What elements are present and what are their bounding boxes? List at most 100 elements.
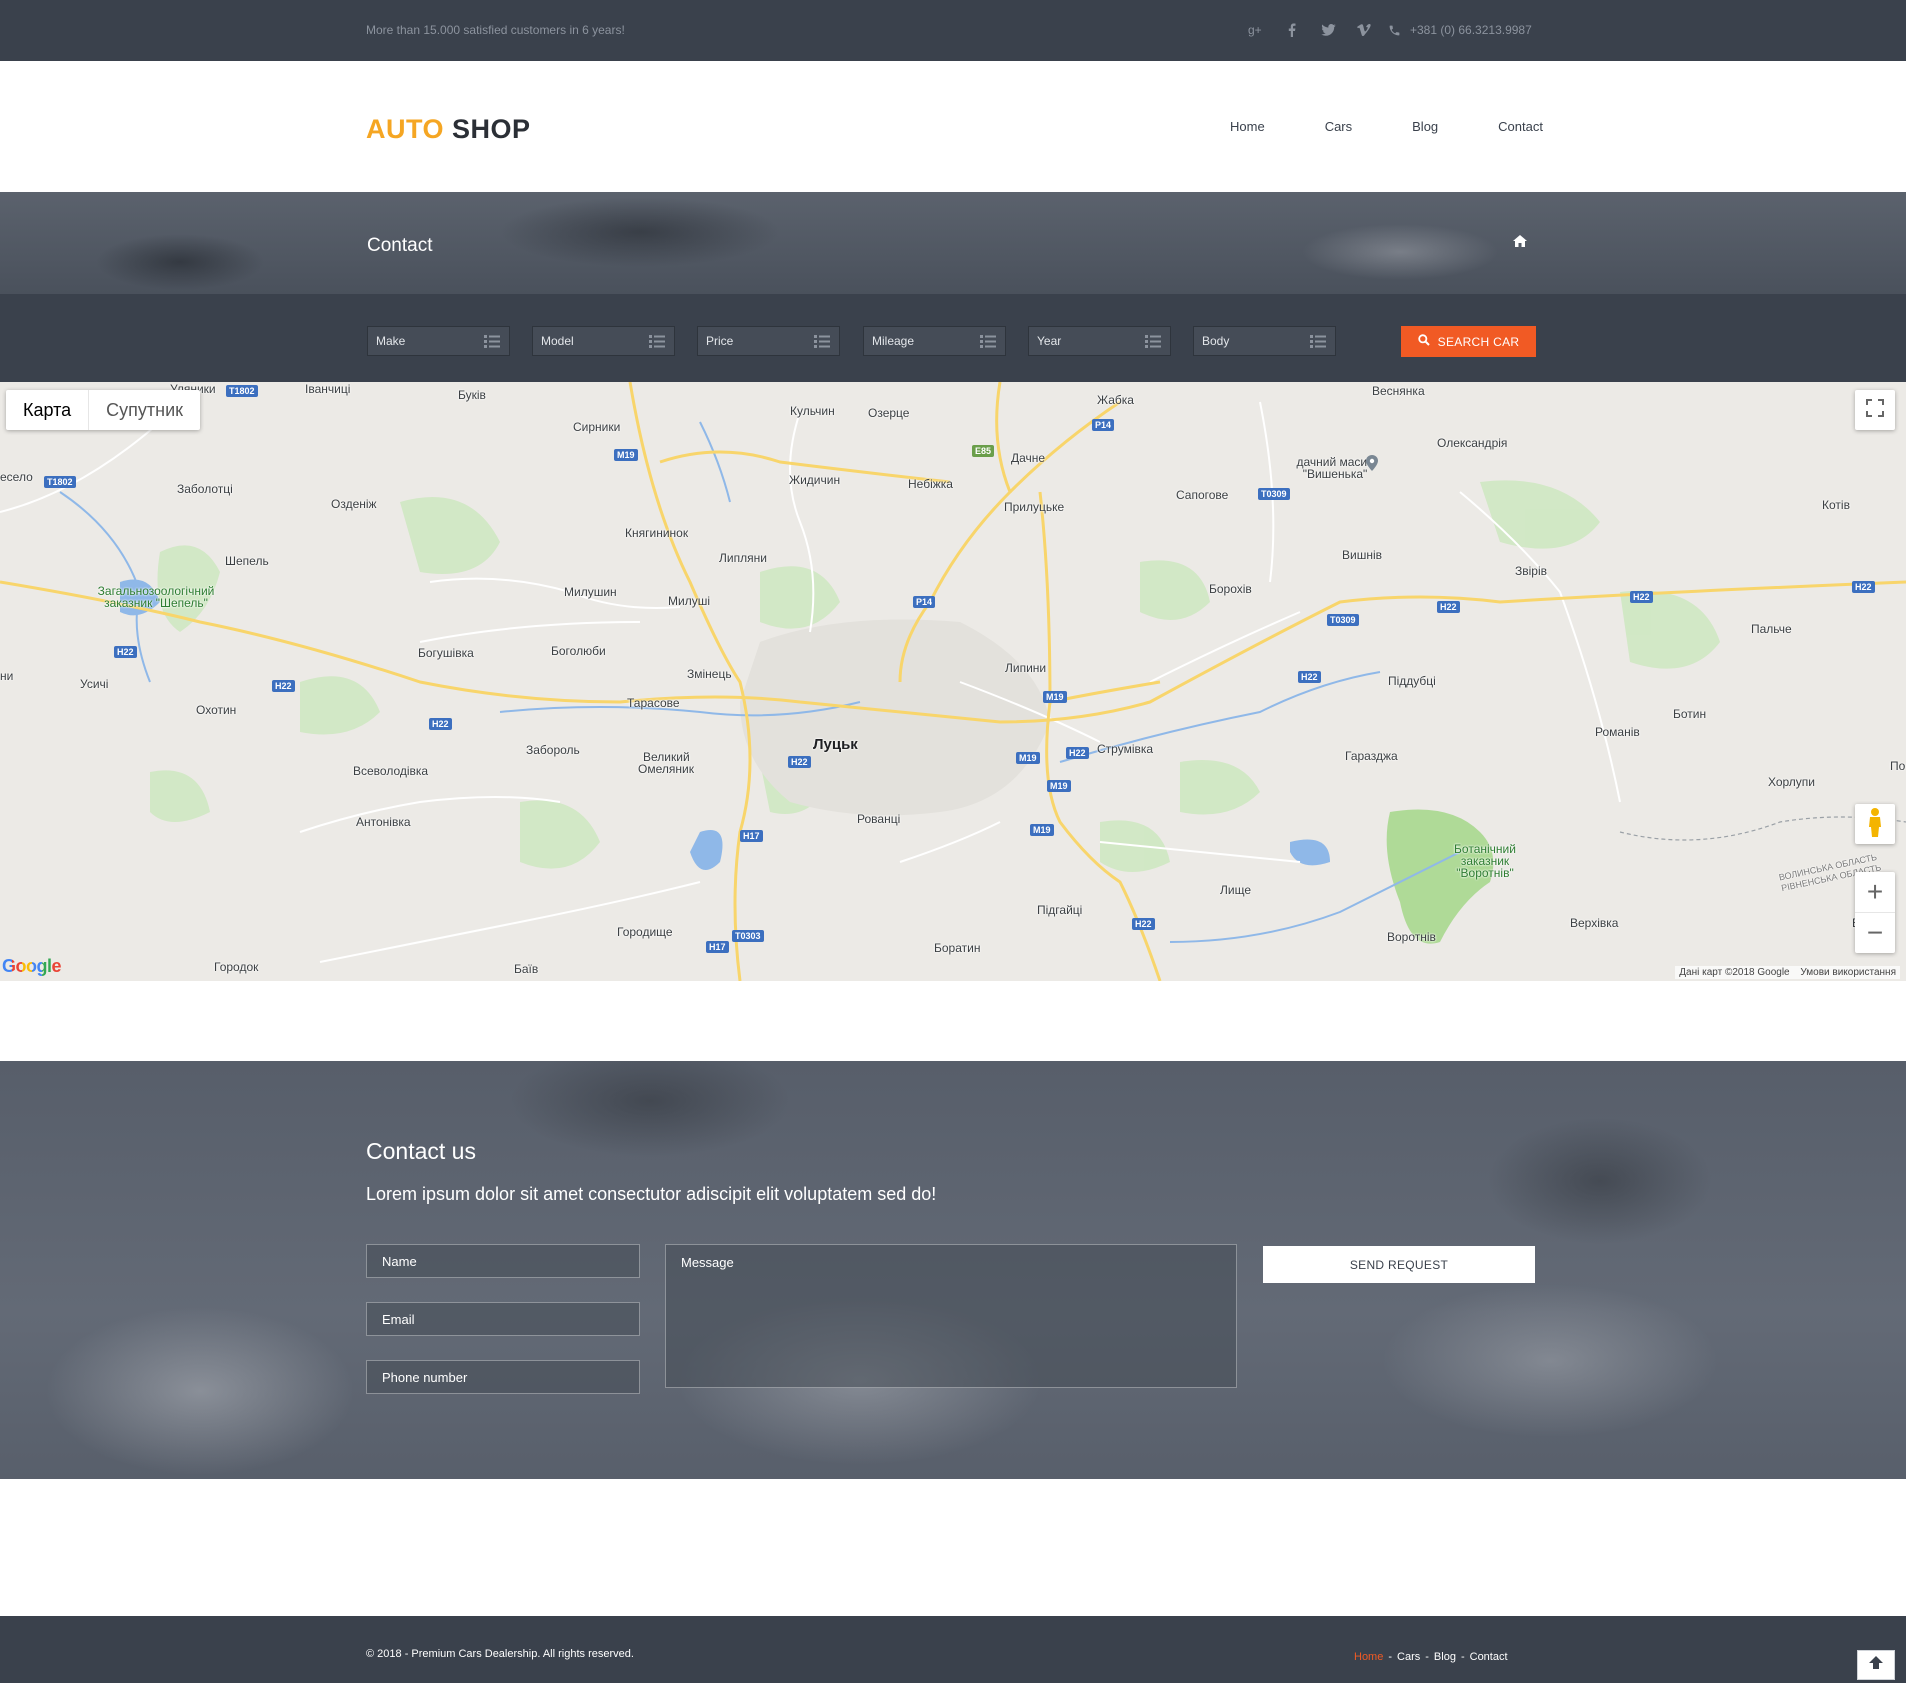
google-logo: Google [2, 956, 62, 977]
road-shield: H22 [272, 680, 295, 692]
arrow-up-icon [1868, 1655, 1884, 1676]
phone-number[interactable]: +381 (0) 66.3213.9987 [1410, 23, 1532, 37]
site-footer: © 2018 - Premium Cars Dealership. All ri… [0, 1616, 1906, 1683]
road-shield: H22 [114, 646, 137, 658]
mileage-select-label: Mileage [872, 334, 915, 348]
map-label: Усичі [80, 677, 109, 691]
contact-section: Contact us Lorem ipsum dolor sit amet co… [0, 1061, 1906, 1479]
zoom-control: + − [1855, 872, 1895, 953]
road-shield: M19 [614, 449, 638, 461]
zoom-out-button[interactable]: − [1855, 913, 1895, 953]
map-label: Звірів [1515, 564, 1548, 578]
tagline: More than 15.000 satisfied customers in … [366, 23, 625, 37]
model-select[interactable]: Model [532, 326, 675, 356]
map-label: Липини [1005, 661, 1047, 675]
map-label: Рованці [857, 812, 901, 826]
body-select-label: Body [1202, 334, 1230, 348]
map-data-credit: Дані карт ©2018 Google [1679, 967, 1790, 978]
map-label: Шепель [225, 554, 269, 568]
twitter-icon[interactable] [1310, 19, 1346, 41]
map-label: Ботин [1673, 707, 1707, 721]
footer-separator: - [1388, 1651, 1393, 1663]
road-shield: H22 [1852, 581, 1875, 593]
road-shield: H22 [1132, 918, 1155, 930]
page-title: Contact [367, 235, 433, 256]
road-shield: M19 [1016, 752, 1040, 764]
fullscreen-button[interactable] [1855, 390, 1895, 430]
fullscreen-icon [1866, 398, 1884, 422]
road-shield: H22 [1437, 601, 1460, 613]
price-select[interactable]: Price [697, 326, 840, 356]
map-label: Баїв [514, 962, 539, 976]
map-label: Милуші [668, 594, 710, 608]
map-type-map-button[interactable]: Карта [6, 390, 90, 430]
footer-link-cars[interactable]: Cars [1397, 1651, 1420, 1663]
mileage-select[interactable]: Mileage [863, 326, 1006, 356]
map-pin-icon[interactable] [1365, 455, 1379, 476]
map-label: Іванчиці [305, 382, 351, 396]
phone-field[interactable]: Phone number [366, 1360, 640, 1394]
road-shield: H22 [429, 718, 452, 730]
map-type-satellite-button[interactable]: Супутник [89, 390, 200, 430]
nav-item-blog[interactable]: Blog [1382, 61, 1468, 192]
road-shield: H17 [740, 830, 763, 842]
send-request-button[interactable]: SEND REQUEST [1263, 1246, 1535, 1283]
year-select-label: Year [1037, 334, 1062, 348]
search-car-button[interactable]: SEARCH CAR [1401, 326, 1536, 357]
map-label: Гаразджа [1345, 749, 1398, 763]
road-shield: T0309 [1327, 614, 1359, 626]
name-field[interactable]: Name [366, 1244, 640, 1278]
map-label: Забороль [526, 743, 580, 757]
map-label: Всеволодівка [353, 764, 429, 778]
map-label: Лище [1220, 883, 1251, 897]
map-label: Озерце [868, 406, 910, 420]
body-select[interactable]: Body [1193, 326, 1336, 356]
footer-link-blog[interactable]: Blog [1434, 1651, 1456, 1663]
map-label: Сирники [573, 420, 621, 434]
zoom-in-button[interactable]: + [1855, 873, 1895, 913]
map-label: Жидичин [789, 473, 841, 487]
map-label: Тарасове [627, 696, 680, 710]
make-select[interactable]: Make [367, 326, 510, 356]
nav-item-home[interactable]: Home [1200, 61, 1295, 192]
map-label: Небіжка [908, 477, 953, 491]
home-icon[interactable] [1513, 234, 1527, 252]
google-plus-icon[interactable]: g+ [1238, 19, 1274, 41]
list-icon [1310, 335, 1326, 351]
map-terms-link[interactable]: Умови використання [1800, 967, 1896, 978]
road-shield: H22 [1298, 671, 1321, 683]
back-to-top-button[interactable] [1857, 1650, 1895, 1680]
search-icon [1417, 334, 1430, 349]
message-field[interactable]: Message [665, 1244, 1237, 1388]
google-logo-text: Google [2, 956, 62, 976]
road-shield: T1802 [226, 385, 258, 397]
map-label: Сапогове [1176, 488, 1229, 502]
footer-link-home[interactable]: Home [1354, 1651, 1383, 1663]
map-label: Кульчин [790, 404, 835, 418]
map-label: Хорлупи [1768, 775, 1816, 789]
nav-item-cars[interactable]: Cars [1295, 61, 1382, 192]
road-shield: H22 [1630, 591, 1653, 603]
map-label: Борохів [1209, 582, 1252, 596]
nav-item-contact[interactable]: Contact [1468, 61, 1573, 195]
map-label: Липляни [719, 551, 767, 565]
map-label: Боратин [934, 941, 981, 955]
year-select[interactable]: Year [1028, 326, 1171, 356]
site-logo[interactable]: AUTO SHOP [366, 114, 531, 145]
vimeo-icon[interactable] [1346, 19, 1382, 41]
map-label: Заболотці [177, 482, 233, 496]
facebook-icon[interactable] [1274, 19, 1310, 41]
road-shield: M19 [1030, 824, 1054, 836]
street-view-button[interactable] [1855, 804, 1895, 844]
email-field[interactable]: Email [366, 1302, 640, 1336]
map-label: Воротнів [1387, 930, 1436, 944]
footer-link-contact[interactable]: Contact [1470, 1651, 1508, 1663]
location-map[interactable]: Луцьк Озерце Жабка Веснянка Кульчин Букі… [0, 382, 1906, 981]
page-title-band: Contact [0, 192, 1906, 294]
pegman-icon [1867, 807, 1883, 842]
map-label: Пальче [1751, 622, 1792, 636]
list-icon [484, 335, 500, 351]
contact-title: Contact us [366, 1138, 476, 1164]
social-links: g+ +381 (0) 66.3213.9987 [1238, 19, 1532, 41]
logo-part-auto: AUTO [366, 114, 445, 144]
